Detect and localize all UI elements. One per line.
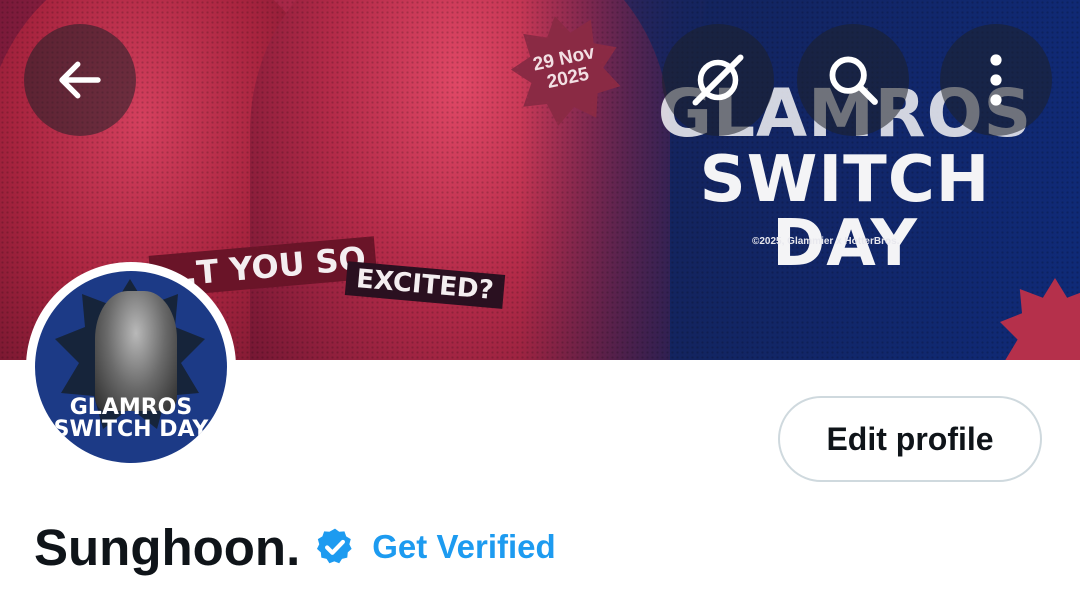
- grok-button[interactable]: [662, 24, 774, 136]
- headline-line-2: SWITCH DAY: [699, 143, 991, 281]
- avatar-text-line-1: GLAMROS: [69, 395, 193, 420]
- avatar-person: [95, 291, 177, 411]
- grok-icon: [692, 54, 744, 106]
- back-arrow-icon: [59, 61, 101, 99]
- profile-avatar[interactable]: GLAMROS SWITCH DAY: [26, 262, 236, 472]
- verified-badge-icon[interactable]: [314, 526, 356, 568]
- search-icon: [829, 56, 878, 105]
- more-button[interactable]: [940, 24, 1052, 136]
- banner-copyright: ©2025, Glammier x HotterBros.: [752, 236, 900, 247]
- more-vertical-icon: [990, 54, 1002, 106]
- edit-profile-button[interactable]: Edit profile: [778, 396, 1042, 482]
- avatar-image: GLAMROS SWITCH DAY: [35, 271, 227, 463]
- get-verified-link[interactable]: Get Verified: [372, 528, 555, 566]
- profile-name-row: Sunghoon. Get Verified: [34, 515, 556, 579]
- display-name: Sunghoon.: [34, 518, 301, 576]
- avatar-text-line-2: SWITCH DAY: [53, 417, 209, 442]
- back-button[interactable]: [24, 24, 136, 136]
- search-button[interactable]: [797, 24, 909, 136]
- avatar-text: GLAMROS SWITCH DAY: [35, 397, 227, 441]
